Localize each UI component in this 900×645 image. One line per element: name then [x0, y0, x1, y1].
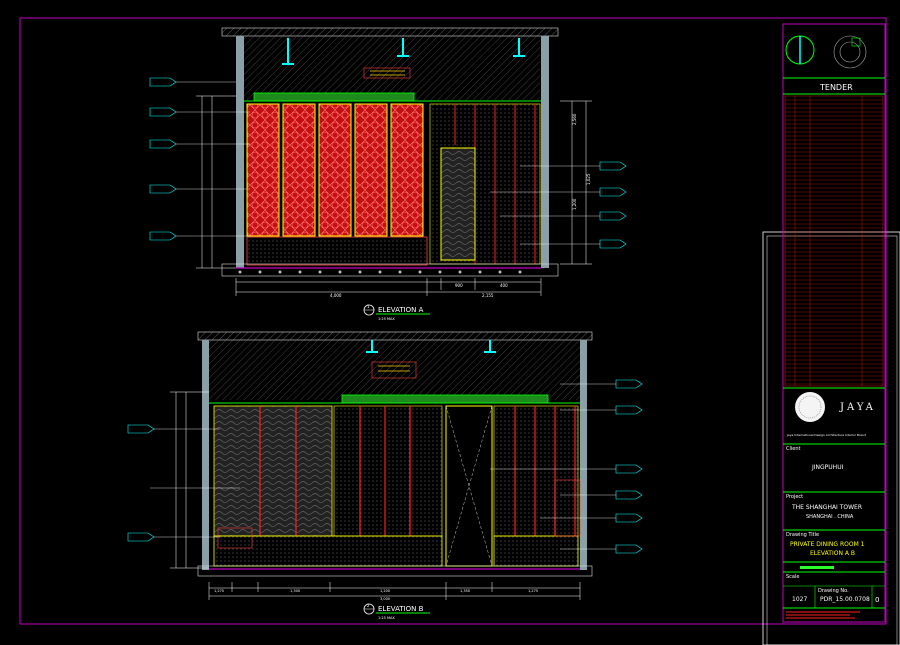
right-callouts-a — [599, 161, 627, 249]
client-label: Client — [786, 446, 801, 452]
lattice-screen-panels — [246, 103, 424, 237]
drawing-title-line1: PRIVATE DINING ROOM 1 — [790, 541, 865, 548]
drawing-title-label: Drawing Title — [786, 532, 820, 538]
left-wall — [236, 36, 244, 268]
door-a — [440, 147, 476, 261]
drawing-title-line2: ELEVATION A B — [810, 550, 855, 557]
dim-a-1: 4,000 — [330, 293, 342, 298]
dim-a-2: 900 — [455, 283, 463, 288]
dim-b-1: 1,275 — [214, 589, 224, 593]
right-wall — [541, 36, 549, 268]
revision-number: 0 — [875, 596, 880, 604]
elevation-b[interactable]: 1,275 1,300 3,000 1,200 1,350 1,275 2 EL… — [127, 331, 643, 620]
dim-a-right-3: 1,025 — [586, 173, 591, 185]
right-wall-b — [580, 340, 587, 570]
view-1-title: ELEVATION A — [378, 306, 424, 314]
drawing-no-label: Drawing No. — [818, 588, 849, 594]
view-1-scale: 1:25 MAX — [378, 317, 395, 321]
project-line2: SHANGHAI . CHINA — [806, 514, 854, 520]
project-line1: THE SHANGHAI TOWER — [792, 504, 863, 511]
elevation-a[interactable]: 4,000 900 400 2,155 2,560 1,200 1,025 1 … — [149, 27, 627, 321]
dim-a-right-2: 1,200 — [572, 198, 577, 210]
view-2-title: ELEVATION B — [378, 605, 424, 613]
sheet-border-inner — [762, 231, 900, 645]
status-label: TENDER — [820, 83, 853, 92]
dim-a-4: 2,155 — [482, 293, 494, 298]
sheet-number: 1027 — [792, 596, 808, 603]
dim-b-6: 1,275 — [528, 589, 538, 593]
dim-b-3: 3,000 — [380, 597, 390, 601]
brand-name: JAYA — [840, 402, 876, 413]
key-plan-icon — [833, 35, 867, 69]
left-wall-b — [202, 340, 209, 570]
left-callouts-a — [149, 77, 177, 241]
dim-b-2: 1,300 — [290, 589, 300, 593]
view-2-scale: 1:25 MAX — [378, 616, 395, 620]
brand-tagline: Jaya International Design Architecture I… — [787, 433, 866, 437]
dim-b-5: 1,350 — [460, 589, 470, 593]
dim-a-right-1: 2,560 — [572, 113, 577, 125]
scale-label: Scale — [786, 574, 800, 580]
dim-a-3: 400 — [500, 283, 508, 288]
client-name: JINGPUHUI — [812, 464, 844, 471]
company-logo-icon — [795, 392, 825, 422]
cad-drawing-canvas[interactable]: 4,000 900 400 2,155 2,560 1,200 1,025 1 … — [0, 0, 900, 645]
dim-b-4: 1,200 — [380, 589, 390, 593]
project-label: Project — [786, 494, 804, 500]
drawing-number: PDR_15.00.0708 — [820, 596, 870, 603]
